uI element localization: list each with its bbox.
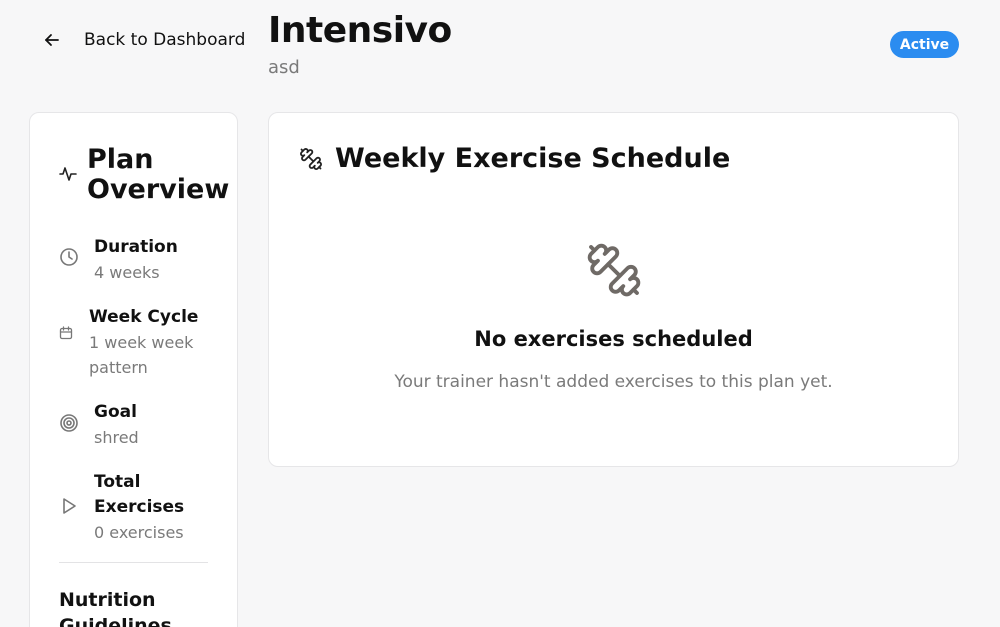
weekly-schedule-title: Weekly Exercise Schedule (335, 143, 731, 174)
duration-value: 4 weeks (94, 263, 160, 282)
week-cycle-value: 1 week week pattern (89, 333, 194, 377)
divider (59, 562, 208, 563)
weekly-schedule-card: Weekly Exercise Schedule No exercises sc… (268, 112, 959, 467)
week-cycle-label: Week Cycle (89, 307, 199, 327)
plan-overview-card: Plan Overview Duration 4 weeks Week Cycl… (29, 112, 238, 627)
play-icon (59, 496, 79, 516)
status-badge: Active (890, 31, 959, 58)
arrow-left-icon (45, 34, 59, 46)
plan-overview-header: Plan Overview (59, 145, 229, 205)
plan-detail-page: Back to Dashboard Intensivo asd Active P… (0, 0, 1000, 627)
calendar-icon (59, 325, 73, 340)
page-subtitle: asd (268, 57, 300, 78)
page-title: Intensivo (268, 10, 452, 51)
goal-value: shred (94, 428, 139, 447)
activity-icon (59, 167, 77, 181)
dumbbell-icon (300, 147, 322, 170)
plan-overview-title: Plan Overview (87, 144, 230, 205)
empty-state-title: No exercises scheduled (474, 327, 753, 351)
target-icon (59, 413, 79, 433)
total-exercises-value: 0 exercises (94, 523, 184, 542)
empty-state-description: Your trainer hasn't added exercises to t… (394, 372, 833, 392)
nutrition-guidelines-title: Nutrition Guidelines (59, 589, 172, 627)
goal-label: Goal (94, 402, 137, 422)
dumbbell-icon (587, 243, 641, 297)
duration-label: Duration (94, 237, 178, 257)
total-exercises-label: Total Exercises (94, 472, 185, 517)
back-label: Back to Dashboard (84, 30, 246, 50)
clock-icon (59, 247, 79, 267)
weekly-schedule-header: Weekly Exercise Schedule (299, 143, 730, 174)
back-to-dashboard-button[interactable]: Back to Dashboard (42, 30, 245, 50)
